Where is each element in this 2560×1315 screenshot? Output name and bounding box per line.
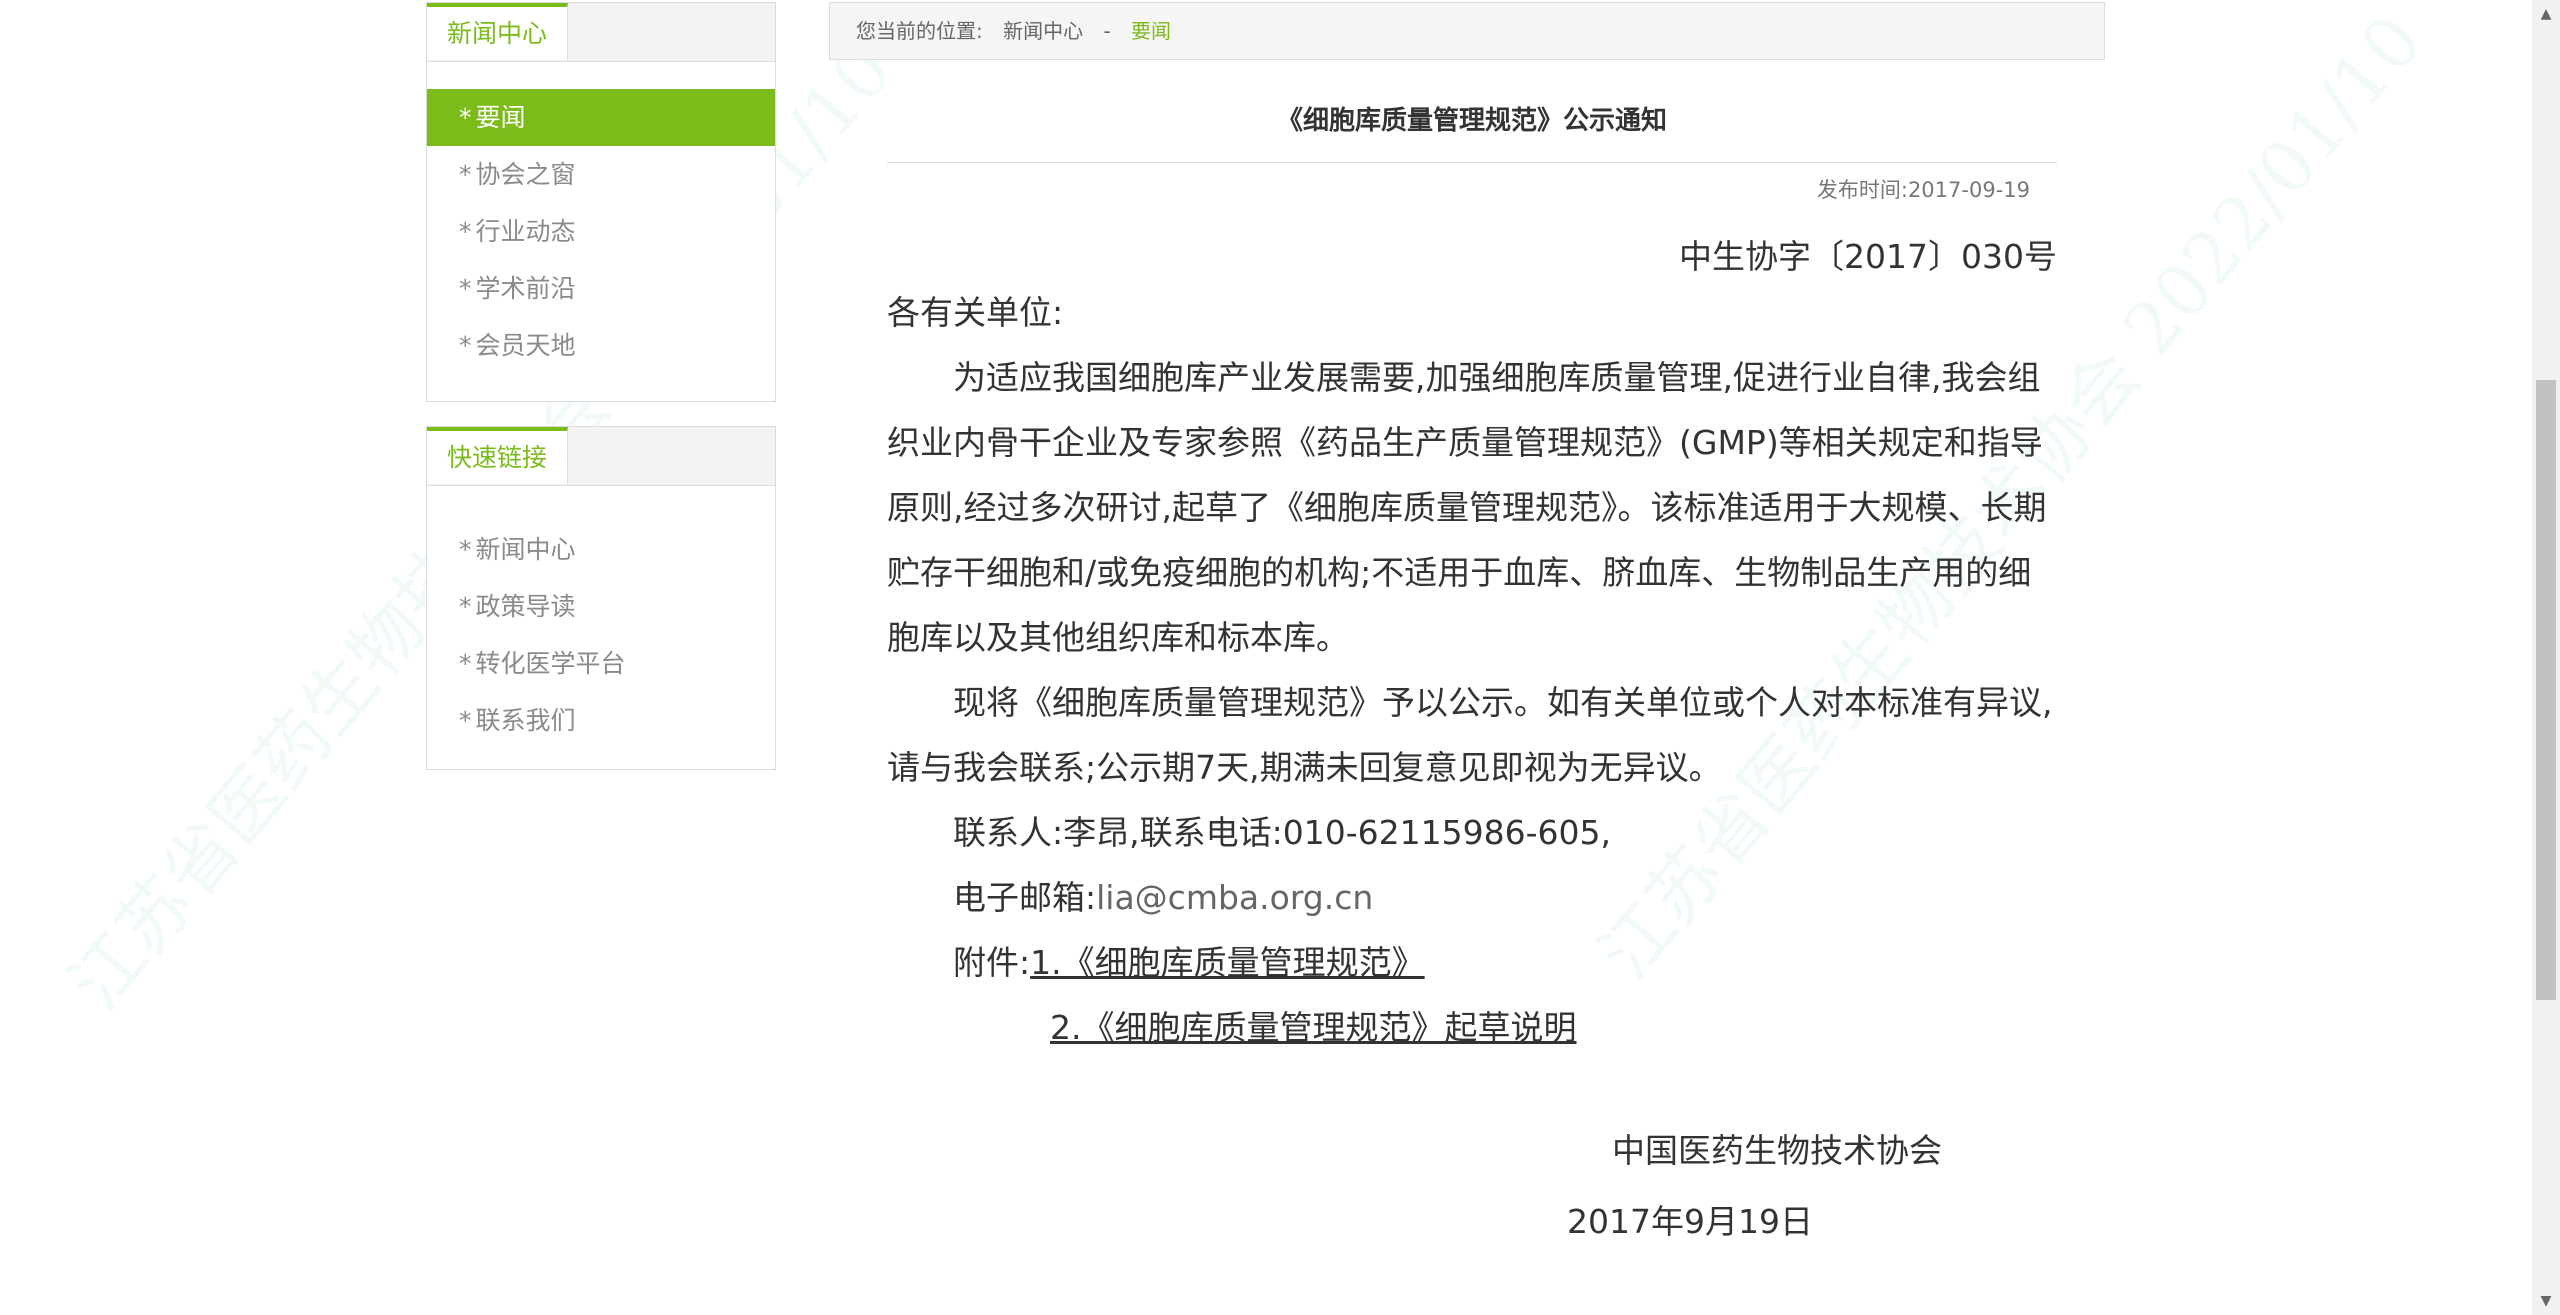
sidebar-item-label: 要闻 (475, 103, 526, 132)
email-address[interactable]: lia@cmba.org.cn (1096, 878, 1373, 917)
bullet-star-icon: * (459, 160, 472, 189)
scroll-up-arrow-icon[interactable]: ▲ (2532, 0, 2560, 28)
news-menu: * 要闻 * 协会之窗 * 行业动态 * 学术前沿 * 会员天地 (427, 89, 775, 374)
attachment-line-2: 2.《细胞库质量管理规范》起草说明 (887, 995, 2057, 1060)
attachment-link-1[interactable]: 1.《细胞库质量管理规范》 (1030, 943, 1425, 982)
document-number: 中生协字〔2017〕030号 (1679, 237, 2057, 276)
bullet-star-icon: * (459, 706, 472, 735)
quick-link-translational-platform[interactable]: * 转化医学平台 (427, 635, 775, 692)
quick-link-contact-us[interactable]: * 联系我们 (427, 692, 775, 749)
salutation: 各有关单位: (887, 293, 1064, 332)
sidebar-item-label: 协会之窗 (475, 160, 576, 189)
sidebar-item-academic-frontier[interactable]: * 学术前沿 (427, 260, 775, 317)
attachment-label: 附件: (953, 943, 1031, 982)
attachment-line: 附件:1.《细胞库质量管理规范》 (887, 930, 2057, 995)
breadcrumb-prefix: 您当前的位置: (856, 19, 983, 43)
article-body: 各有关单位: 为适应我国细胞库产业发展需要,加强细胞库质量管理,促进行业自律,我… (887, 280, 2057, 1060)
sidebar-item-label: 学术前沿 (475, 274, 576, 303)
sidebar-item-member-world[interactable]: * 会员天地 (427, 317, 775, 374)
signature-date: 2017年9月19日 (1567, 1202, 1813, 1241)
news-center-box: 新闻中心 * 要闻 * 协会之窗 * 行业动态 * 学术前沿 * 会员天地 (426, 2, 776, 402)
box-title-tab[interactable]: 新闻中心 (427, 3, 569, 60)
quick-links-menu: * 新闻中心 * 政策导读 * 转化医学平台 * 联系我们 (427, 521, 775, 749)
vertical-scrollbar[interactable]: ▲ ▼ (2532, 0, 2560, 1315)
quick-link-label: 转化医学平台 (475, 649, 626, 678)
quick-links-box: 快速链接 * 新闻中心 * 政策导读 * 转化医学平台 * 联系我们 (426, 426, 776, 770)
email-label: 电子邮箱: (953, 878, 1097, 917)
paragraph-1: 为适应我国细胞库产业发展需要,加强细胞库质量管理,促进行业自律,我会组织业内骨干… (887, 358, 2047, 657)
bullet-star-icon: * (459, 535, 472, 564)
sidebar-item-label: 行业动态 (475, 217, 576, 246)
bullet-star-icon: * (459, 274, 472, 303)
quick-link-policy[interactable]: * 政策导读 (427, 578, 775, 635)
quick-link-news-center[interactable]: * 新闻中心 (427, 521, 775, 578)
paragraph-2: 现将《细胞库质量管理规范》予以公示。如有关单位或个人对本标准有异议,请与我会联系… (887, 683, 2053, 787)
breadcrumb: 您当前的位置: 新闻中心 - 要闻 (829, 2, 2105, 60)
quick-link-label: 政策导读 (475, 592, 576, 621)
bullet-star-icon: * (459, 217, 472, 246)
contact-line: 联系人:李昂,联系电话:010-62115986-605, (953, 813, 1611, 852)
breadcrumb-section-link[interactable]: 新闻中心 (1003, 19, 1083, 43)
title-divider (887, 162, 2057, 163)
sidebar-item-industry-news[interactable]: * 行业动态 (427, 203, 775, 260)
box-title-tab[interactable]: 快速链接 (427, 427, 569, 484)
scroll-down-arrow-icon[interactable]: ▼ (2532, 1287, 2560, 1315)
sidebar-item-label: 会员天地 (475, 331, 576, 360)
quick-link-label: 新闻中心 (475, 535, 576, 564)
bullet-star-icon: * (459, 331, 472, 360)
scrollbar-thumb[interactable] (2536, 380, 2556, 1000)
bullet-star-icon: * (459, 592, 472, 621)
signature-organization: 中国医药生物技术协会 (1612, 1131, 1942, 1170)
bullet-star-icon: * (459, 649, 472, 678)
box-header: 新闻中心 (427, 3, 775, 62)
article-title: 《细胞库质量管理规范》公示通知 (1276, 106, 1667, 136)
breadcrumb-separator: - (1103, 19, 1111, 43)
attachment-link-2[interactable]: 2.《细胞库质量管理规范》起草说明 (1050, 1008, 1577, 1047)
breadcrumb-current[interactable]: 要闻 (1131, 19, 1171, 43)
bullet-star-icon: * (459, 103, 472, 132)
sidebar-item-association-window[interactable]: * 协会之窗 (427, 146, 775, 203)
quick-link-label: 联系我们 (475, 706, 576, 735)
publish-time: 发布时间:2017-09-19 (1816, 178, 2030, 202)
box-header: 快速链接 (427, 427, 775, 486)
email-line: 电子邮箱:lia@cmba.org.cn (887, 865, 2057, 930)
sidebar-item-important-news[interactable]: * 要闻 (427, 89, 775, 146)
